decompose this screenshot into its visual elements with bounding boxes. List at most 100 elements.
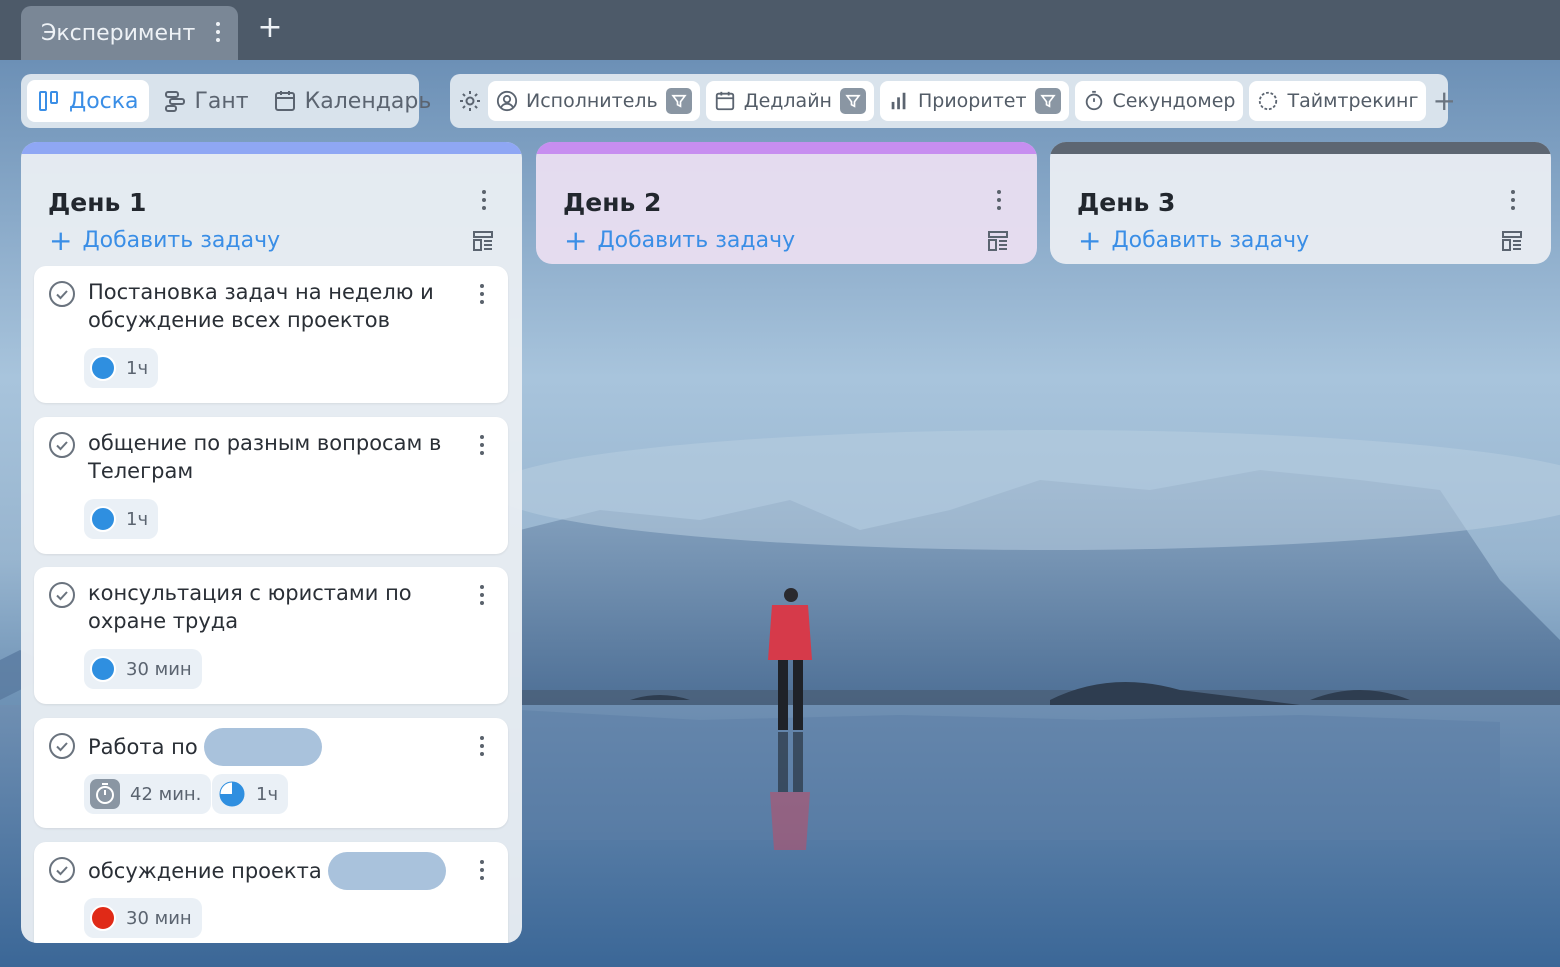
estimate-chip[interactable]: 1ч <box>212 774 289 814</box>
status-dot <box>90 355 116 381</box>
view-calendar-button[interactable]: Календарь <box>263 80 442 122</box>
task-title: консультация с юристами по охране труда <box>88 581 412 633</box>
column-accent-strip <box>536 142 1037 154</box>
add-task-button[interactable]: + Добавить задачу <box>564 223 796 257</box>
add-task-button[interactable]: + Добавить задачу <box>1078 223 1310 257</box>
add-task-label: Добавить задачу <box>82 228 281 253</box>
column-title: День 3 <box>1077 188 1176 217</box>
task-card[interactable]: консультация с юристами по охране труда … <box>34 567 508 704</box>
view-gantt-button[interactable]: Гант <box>153 80 259 122</box>
task-menu-icon[interactable] <box>480 284 484 308</box>
task-menu-icon[interactable] <box>480 435 484 459</box>
task-title: общение по разным вопросам в Телеграм <box>88 431 442 483</box>
funnel-icon[interactable] <box>665 88 692 114</box>
calendar-icon <box>715 91 734 111</box>
user-circle-icon <box>496 90 518 112</box>
view-board-button[interactable]: Доска <box>27 80 149 122</box>
check-circle-icon[interactable] <box>48 431 76 459</box>
filters-toolbar: Исполнитель Дедлайн Приоритет Секундомер… <box>450 74 1456 128</box>
column-menu-icon[interactable] <box>1511 190 1515 214</box>
estimate-chip[interactable]: 1ч <box>84 348 159 388</box>
funnel-icon[interactable] <box>1034 88 1061 114</box>
layout-icon[interactable] <box>472 230 494 252</box>
column-accent-strip <box>1050 142 1551 154</box>
redacted-text <box>327 852 446 890</box>
estimate-chip[interactable]: 30 мин <box>84 898 202 938</box>
funnel-icon[interactable] <box>839 88 866 114</box>
estimate-label: 30 мин <box>126 907 192 929</box>
column-menu-icon[interactable] <box>997 190 1001 214</box>
task-title: Работа по <box>88 735 198 759</box>
task-title-row: Работа по <box>88 728 448 766</box>
add-task-label: Добавить задачу <box>1111 228 1310 253</box>
view-gantt-label: Гант <box>194 88 249 114</box>
filter-priority-button[interactable]: Приоритет <box>879 81 1069 121</box>
plus-icon: + <box>1078 223 1102 257</box>
task-card[interactable]: обсуждение проекта 30 мин <box>34 842 508 943</box>
filter-assignee-button[interactable]: Исполнитель <box>488 81 700 121</box>
estimate-chip[interactable]: 30 мин <box>84 649 202 689</box>
estimate-label: 30 мин <box>126 658 192 680</box>
filter-assignee-label: Исполнитель <box>526 90 658 112</box>
timetracking-icon <box>1259 91 1278 111</box>
status-dot <box>90 656 116 682</box>
column-header: День 2 + Добавить задачу <box>536 154 1037 262</box>
plus-icon: + <box>564 223 588 257</box>
column-title: День 1 <box>48 188 147 217</box>
column-menu-icon[interactable] <box>482 190 486 214</box>
status-dot <box>90 905 116 931</box>
task-title: Постановка задач на неделю и обсуждение … <box>88 280 434 332</box>
plus-icon: + <box>49 223 73 257</box>
progress-pie-icon <box>219 781 245 807</box>
stopwatch-button[interactable]: Секундомер <box>1074 81 1244 121</box>
task-menu-icon[interactable] <box>480 736 484 760</box>
gear-icon <box>460 91 480 111</box>
layout-icon[interactable] <box>1501 230 1523 252</box>
view-board-label: Доска <box>69 88 139 114</box>
task-card[interactable]: Постановка задач на неделю и обсуждение … <box>34 266 508 403</box>
task-title-row: обсуждение проекта <box>88 852 448 890</box>
estimate-label: 1ч <box>126 508 149 530</box>
add-filter-button[interactable]: + <box>1432 86 1455 116</box>
check-circle-icon[interactable] <box>48 581 76 609</box>
add-task-button[interactable]: + Добавить задачу <box>49 223 281 257</box>
task-card[interactable]: общение по разным вопросам в Телеграм 1ч <box>34 417 508 554</box>
stopwatch-label: Секундомер <box>1112 90 1236 112</box>
timetracking-button[interactable]: Таймтрекинг <box>1249 81 1427 121</box>
estimate-chip[interactable]: 1ч <box>84 499 159 539</box>
check-circle-icon[interactable] <box>48 732 76 760</box>
tab-experiment[interactable]: Эксперимент <box>21 6 238 60</box>
column-header: День 3 + Добавить задачу <box>1050 154 1551 262</box>
calendar-icon <box>274 91 295 111</box>
board-icon <box>39 91 58 111</box>
layout-icon[interactable] <box>987 230 1009 252</box>
stopwatch-icon <box>1085 90 1102 111</box>
task-menu-icon[interactable] <box>480 585 484 609</box>
add-task-label: Добавить задачу <box>597 228 796 253</box>
timer-chip[interactable]: 42 мин. <box>84 774 212 814</box>
column-accent-strip <box>21 142 522 154</box>
column-header: День 1 + Добавить задачу <box>21 154 522 262</box>
column-day-2: День 2 + Добавить задачу <box>536 142 1037 264</box>
column-title: День 2 <box>563 188 662 217</box>
bar-chart-icon <box>891 92 906 110</box>
check-circle-icon[interactable] <box>48 856 76 884</box>
timetracking-label: Таймтрекинг <box>1287 90 1419 112</box>
task-menu-icon[interactable] <box>480 860 484 884</box>
status-dot <box>90 506 116 532</box>
check-circle-icon[interactable] <box>48 280 76 308</box>
task-card[interactable]: Работа по 42 мин. 1ч <box>34 718 508 828</box>
estimate-label: 1ч <box>256 783 279 805</box>
view-calendar-label: Календарь <box>304 88 432 114</box>
column-day-3: День 3 + Добавить задачу <box>1050 142 1551 264</box>
timer-label: 42 мин. <box>130 783 202 805</box>
column-day-1: День 1 + Добавить задачу Постановка зада… <box>21 142 522 943</box>
filter-priority-label: Приоритет <box>917 90 1027 112</box>
filter-deadline-button[interactable]: Дедлайн <box>705 81 874 121</box>
gantt-icon <box>164 91 185 112</box>
settings-button[interactable] <box>458 81 482 121</box>
tab-label: Эксперимент <box>41 20 196 46</box>
tab-menu-icon[interactable] <box>216 22 220 46</box>
add-tab-button[interactable]: + <box>256 13 284 43</box>
stopwatch-icon <box>90 779 120 809</box>
